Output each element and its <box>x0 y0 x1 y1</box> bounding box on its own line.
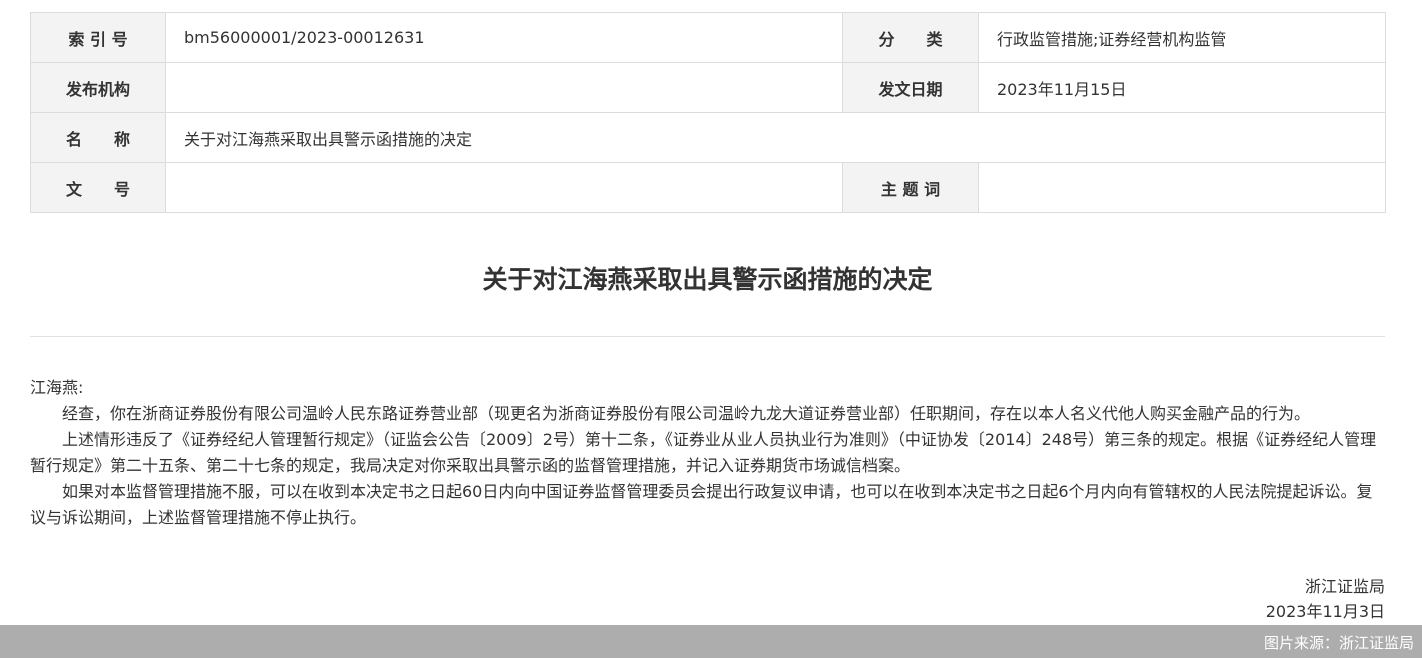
docno-value <box>165 162 843 213</box>
date-label: 发文日期 <box>842 62 979 113</box>
image-source-bar: 图片来源：浙江证监局 <box>0 625 1422 658</box>
document-title: 关于对江海燕采取出具警示函措施的决定 <box>482 265 933 294</box>
docno-label: 文 号 <box>30 162 166 213</box>
category-value: 行政监管措施;证券经营机构监管 <box>978 12 1386 63</box>
date-value: 2023年11月15日 <box>978 62 1386 113</box>
metadata-table: 索 引 号 bm56000001/2023-00012631 分 类 行政监管措… <box>30 12 1386 213</box>
index-value: bm56000001/2023-00012631 <box>165 12 843 63</box>
subject-value <box>978 162 1386 213</box>
index-label: 索 引 号 <box>30 12 166 63</box>
body-paragraph: 如果对本监督管理措施不服，可以在收到本决定书之日起60日内向中国证券监督管理委员… <box>30 482 1373 527</box>
metadata-row: 名 称 关于对江海燕采取出具警示函措施的决定 <box>30 112 1386 163</box>
sign-date: 2023年11月3日 <box>1265 602 1385 621</box>
issuer-value <box>165 62 843 113</box>
body-paragraph: 上述情形违反了《证券经纪人管理暂行规定》（证监会公告〔2009〕2号）第十二条，… <box>30 430 1377 475</box>
signer: 浙江证监局 <box>1304 577 1385 596</box>
subject-label: 主 题 词 <box>842 162 979 213</box>
body-paragraph: 经查，你在浙商证券股份有限公司温岭人民东路证券营业部（现更名为浙商证券股份有限公… <box>62 404 1311 423</box>
issuer-label: 发布机构 <box>30 62 166 113</box>
name-value: 关于对江海燕采取出具警示函措施的决定 <box>165 112 1386 163</box>
metadata-row: 发布机构 发文日期 2023年11月15日 <box>30 62 1386 113</box>
divider <box>30 336 1385 337</box>
signature-block: 浙江证监局 2023年11月3日 <box>1266 574 1385 624</box>
document-body: 江海燕: 经查，你在浙商证券股份有限公司温岭人民东路证券营业部（现更名为浙商证券… <box>30 375 1385 531</box>
name-label: 名 称 <box>30 112 166 163</box>
metadata-row: 索 引 号 bm56000001/2023-00012631 分 类 行政监管措… <box>30 12 1386 63</box>
image-source-text: 图片来源：浙江证监局 <box>1263 634 1414 652</box>
salutation: 江海燕: <box>30 378 84 397</box>
category-label: 分 类 <box>842 12 979 63</box>
metadata-row: 文 号 主 题 词 <box>30 162 1386 213</box>
